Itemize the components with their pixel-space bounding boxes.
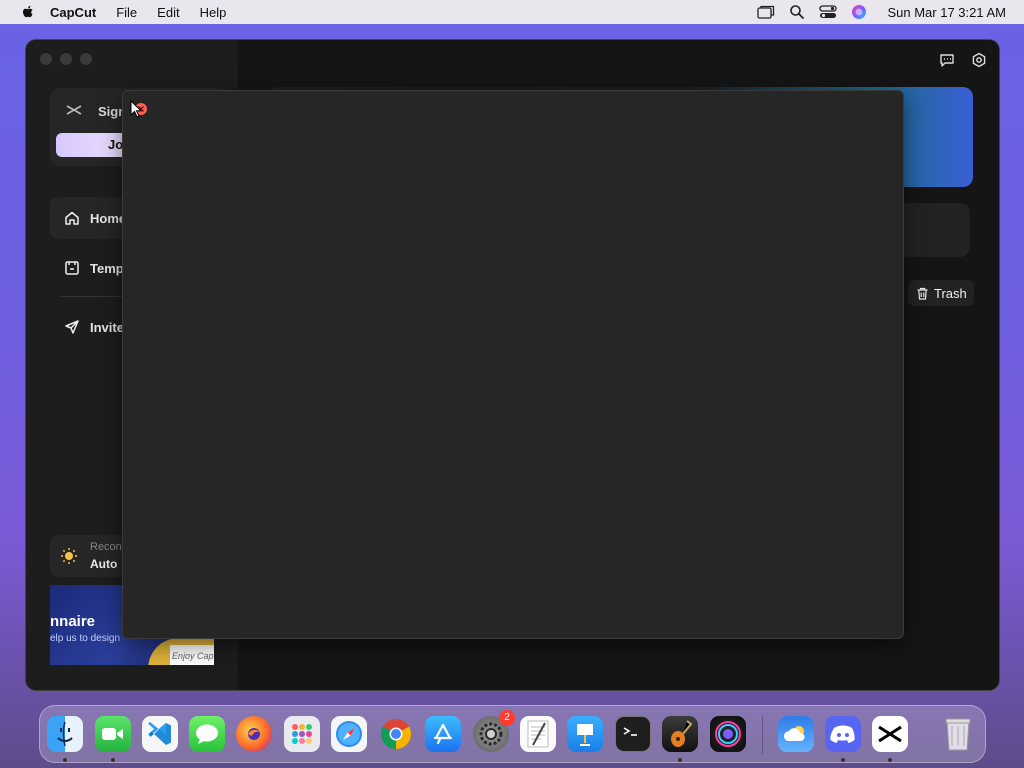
menu-help[interactable]: Help: [200, 5, 227, 20]
launchpad-icon: [292, 724, 312, 744]
home-icon: [64, 210, 82, 226]
reco-title: Auto: [90, 557, 118, 571]
dock-siri[interactable]: [710, 716, 746, 752]
control-center-icon[interactable]: [819, 5, 838, 19]
menu-file[interactable]: File: [116, 5, 137, 20]
dock-messages[interactable]: [189, 716, 225, 752]
dock-vscode[interactable]: [142, 716, 178, 752]
menu-app-name[interactable]: CapCut: [50, 5, 96, 20]
menu-clock[interactable]: Sun Mar 17 3:21 AM: [887, 5, 1006, 20]
search-icon[interactable]: [789, 4, 805, 20]
banner-subtitle: elp us to design: [50, 633, 121, 644]
notification-badge: 2: [499, 710, 515, 726]
dock-capcut[interactable]: [872, 716, 908, 752]
banner-title: nnaire: [50, 613, 96, 630]
textedit-icon: [527, 720, 549, 748]
minimize-window-button[interactable]: [60, 53, 72, 65]
facetime-icon: [102, 728, 123, 740]
mouse-cursor-icon: [130, 100, 142, 118]
reco-caption: Recon: [90, 541, 122, 553]
messages-icon: [196, 724, 218, 744]
sun-icon: [61, 548, 77, 564]
dock-weather[interactable]: [778, 716, 814, 752]
vscode-icon: [148, 722, 171, 745]
trash-button[interactable]: Trash: [908, 280, 974, 306]
apple-icon[interactable]: [20, 4, 36, 20]
sidebar-item-label: Invite: [90, 319, 124, 335]
discord-icon: [830, 725, 855, 743]
dock-keynote[interactable]: [567, 716, 603, 752]
trash-icon: [917, 287, 928, 300]
dock-app-store[interactable]: [425, 716, 461, 752]
siri-icon[interactable]: [851, 4, 867, 20]
feedback-icon[interactable]: [939, 52, 955, 68]
dock-safari[interactable]: [331, 716, 367, 752]
settings-gear-icon[interactable]: [971, 52, 987, 68]
window-controls: [40, 53, 92, 65]
capcut-icon: [878, 725, 902, 743]
chrome-icon: [380, 719, 412, 749]
top-toolbar: [939, 52, 987, 68]
settings-icon: [479, 722, 503, 746]
dock-separator: [762, 716, 763, 754]
banner-enjoy-text: Enjoy Cap: [170, 645, 214, 665]
weather-icon: [783, 726, 805, 741]
safari-icon: [336, 721, 362, 747]
sidebar-item-label: Temp: [90, 260, 124, 276]
action-card[interactable]: [898, 203, 970, 257]
firefox-icon: [248, 728, 260, 740]
dock-chrome[interactable]: [378, 716, 414, 752]
dock-trash[interactable]: [940, 716, 976, 752]
dock-facetime[interactable]: [95, 716, 131, 752]
app-store-icon: [433, 723, 453, 745]
running-indicator: [888, 758, 892, 762]
dock: 2: [39, 705, 986, 763]
running-indicator: [841, 758, 845, 762]
keynote-icon: [577, 724, 593, 746]
capcut-logo-icon: [66, 105, 82, 115]
maximize-window-button[interactable]: [80, 53, 92, 65]
send-icon: [64, 319, 82, 335]
guitar-icon: [671, 720, 693, 747]
window-switcher-icon[interactable]: [757, 5, 775, 19]
terminal-icon: [623, 727, 637, 736]
menu-bar: CapCut File Edit Help Sun Mar 17 3:21 AM: [0, 0, 1024, 24]
running-indicator: [678, 758, 682, 762]
dock-garageband[interactable]: [662, 716, 698, 752]
sidebar-item-label: Home: [90, 210, 127, 226]
menu-edit[interactable]: Edit: [157, 5, 179, 20]
dock-launchpad[interactable]: [284, 716, 320, 752]
template-icon: [64, 260, 82, 276]
trash-label: Trash: [934, 285, 967, 301]
running-indicator: [111, 758, 115, 762]
running-indicator: [63, 758, 67, 762]
dock-textedit[interactable]: [520, 716, 556, 752]
dock-firefox[interactable]: [236, 716, 272, 752]
finder-icon: [57, 721, 73, 747]
dock-terminal[interactable]: [615, 716, 651, 752]
trash-can-icon: [945, 718, 971, 751]
modal-dialog: [122, 90, 904, 639]
dock-finder[interactable]: [47, 716, 83, 752]
close-window-button[interactable]: [40, 53, 52, 65]
dock-discord[interactable]: [825, 716, 861, 752]
siri-icon: [715, 721, 741, 747]
